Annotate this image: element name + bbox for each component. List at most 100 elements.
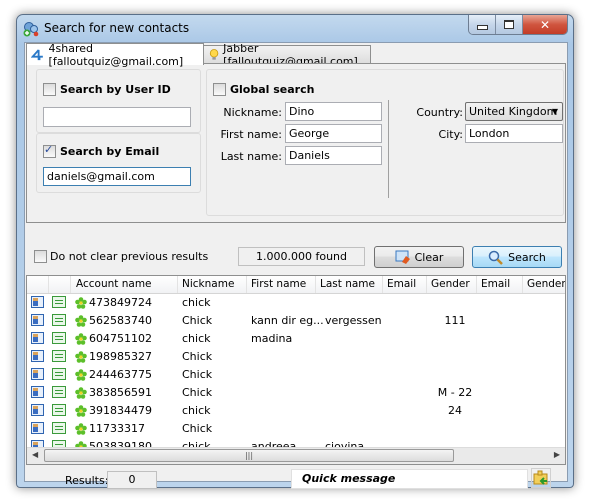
email-cell (387, 294, 427, 312)
contact-card-icon[interactable] (31, 422, 44, 434)
scroll-left-icon[interactable]: ◀ (32, 450, 38, 459)
contact-card-icon[interactable] (31, 404, 44, 416)
global-search-label: Global search (230, 83, 315, 96)
contact-card-icon[interactable] (31, 386, 44, 398)
column-header-gender[interactable]: Gender (427, 276, 477, 293)
search-by-email-checkbox[interactable] (43, 143, 56, 158)
column-header-card[interactable] (27, 276, 49, 293)
column-header-account-name[interactable]: Account name (71, 276, 178, 293)
caption-buttons: ✕ (468, 15, 568, 35)
city-input[interactable]: London (465, 124, 563, 143)
close-button[interactable]: ✕ (523, 15, 567, 34)
nickname-input[interactable]: Dino (285, 102, 382, 121)
first-name-cell: kann dir eg... (251, 314, 323, 327)
message-icon[interactable] (52, 404, 66, 416)
account-name-cell: 383856591 (89, 386, 152, 399)
email-input[interactable]: daniels@gmail.com (43, 167, 191, 186)
nickname-cell: Chick (182, 350, 213, 363)
message-icon[interactable] (52, 422, 66, 434)
message-icon[interactable] (52, 368, 66, 380)
nickname-cell: Chick (182, 314, 213, 327)
scroll-right-icon[interactable]: ▶ (554, 450, 560, 459)
column-header-first-name[interactable]: First name (247, 276, 316, 293)
send-message-button[interactable] (531, 468, 551, 488)
user-id-input[interactable] (43, 107, 191, 127)
column-header-gender-2[interactable]: Gender (523, 276, 565, 293)
column-header-email[interactable]: Email (383, 276, 427, 293)
email-cell (387, 330, 427, 348)
do-not-clear-checkbox[interactable] (34, 250, 47, 263)
icq-flower-icon (75, 369, 87, 381)
column-header-nickname[interactable]: Nickname (178, 276, 247, 293)
minimize-button[interactable] (469, 15, 496, 34)
table-row[interactable]: 198985327 Chick (27, 348, 565, 366)
4shared-icon (31, 48, 43, 60)
contact-card-icon[interactable] (31, 368, 44, 380)
message-icon[interactable] (52, 296, 66, 308)
horizontal-scrollbar[interactable]: ◀ ||| ▶ (27, 447, 565, 464)
first-name-input[interactable]: George (285, 124, 382, 143)
table-row[interactable]: 562583740 Chick kann dir eg... vergessen 111 (27, 312, 565, 330)
city-label: City: (438, 128, 463, 141)
tab-4shared[interactable]: 4shared [falloutquiz@gmail.com] (26, 42, 204, 68)
table-row[interactable]: 604751102 chick madina (27, 330, 565, 348)
country-select[interactable]: United Kingdom ▼ (465, 102, 563, 121)
contact-card-icon[interactable] (31, 332, 44, 344)
gender-cell: M - 22 (437, 386, 473, 399)
global-search-group: Global search Nickname: Dino First name:… (206, 69, 564, 216)
contact-card-icon[interactable] (31, 350, 44, 362)
clear-button-label: Clear (414, 250, 444, 264)
eraser-icon (395, 250, 410, 264)
table-row[interactable]: 473849724 chick (27, 294, 565, 312)
first-name-cell (251, 366, 323, 384)
email-cell (387, 420, 427, 438)
maximize-button[interactable] (496, 15, 523, 34)
account-name-cell: 604751102 (89, 332, 152, 345)
message-icon[interactable] (52, 332, 66, 344)
last-name-cell (325, 402, 385, 420)
minimize-icon (476, 24, 488, 30)
icq-flower-icon (75, 315, 87, 327)
contact-card-icon[interactable] (31, 314, 44, 326)
nickname-cell: chick (182, 296, 211, 309)
results-value: 0 (107, 471, 157, 489)
gender-cell (433, 420, 477, 438)
gender-cell: 111 (444, 314, 466, 327)
table-row[interactable]: 244463775 Chick (27, 366, 565, 384)
gender-cell (433, 294, 477, 312)
last-name-cell (325, 294, 385, 312)
search-button[interactable]: Search (472, 246, 562, 268)
account-name-cell: 11733317 (89, 422, 145, 435)
email-cell (387, 366, 427, 384)
scrollbar-thumb[interactable]: ||| (44, 449, 454, 462)
gender-cell (433, 366, 477, 384)
search-by-user-id-checkbox[interactable] (43, 83, 56, 96)
global-search-checkbox[interactable] (213, 83, 226, 96)
table-row[interactable]: 391834479 chick 24 (27, 402, 565, 420)
nickname-cell: chick (182, 332, 211, 345)
contact-card-icon[interactable] (31, 296, 44, 308)
search-by-user-id-label: Search by User ID (60, 83, 171, 96)
last-name-input[interactable]: Daniels (285, 146, 382, 165)
first-name-cell (251, 384, 323, 402)
email-group: Search by Email daniels@gmail.com (36, 133, 201, 193)
last-name-cell (325, 348, 385, 366)
message-icon[interactable] (52, 314, 66, 326)
column-header-email-2[interactable]: Email (477, 276, 523, 293)
clear-button[interactable]: Clear (374, 246, 464, 268)
table-row[interactable]: 383856591 Chick M - 22 (27, 384, 565, 402)
email-cell (387, 402, 427, 420)
column-header-message[interactable] (49, 276, 71, 293)
message-icon[interactable] (52, 386, 66, 398)
search-icon (488, 250, 503, 265)
column-header-last-name[interactable]: Last name (316, 276, 383, 293)
quick-message-input[interactable]: Quick message (291, 469, 528, 489)
account-name-cell: 473849724 (89, 296, 152, 309)
first-name-cell (251, 420, 323, 438)
table-row[interactable]: 11733317 Chick (27, 420, 565, 438)
email-cell (387, 384, 427, 402)
message-icon[interactable] (52, 350, 66, 362)
tab-jabber[interactable]: Jabber [falloutquiz@gmail.com] (203, 42, 371, 68)
icq-flower-icon (75, 423, 87, 435)
gender-cell (433, 348, 477, 366)
